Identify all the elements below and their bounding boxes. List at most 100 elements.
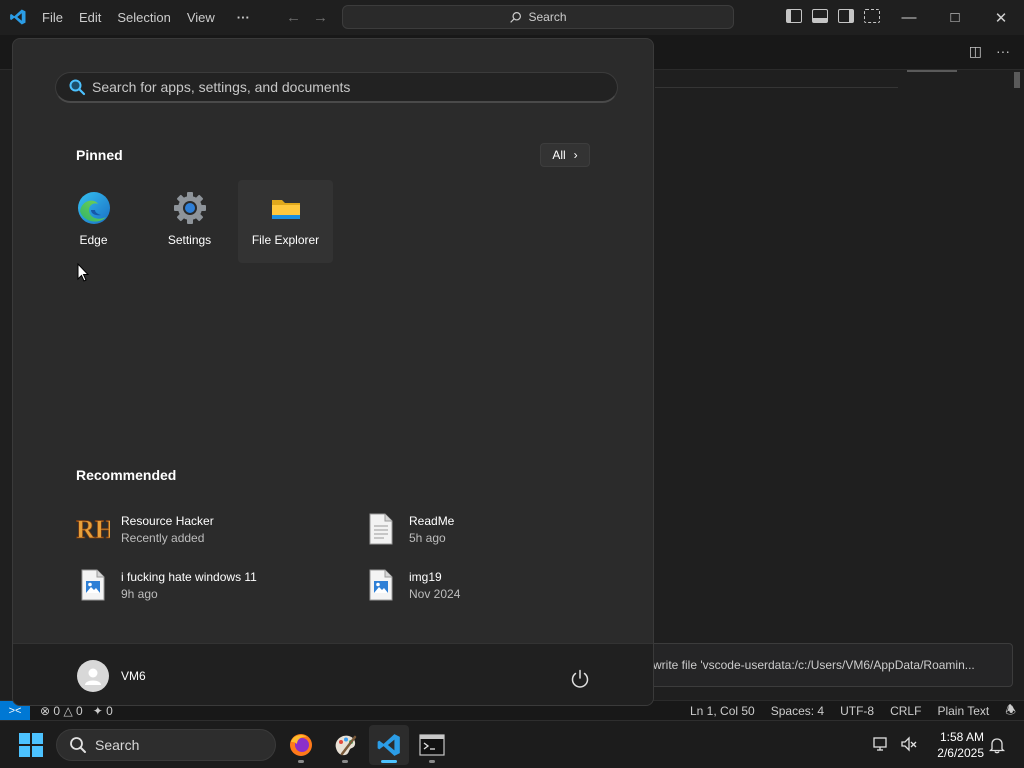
editor-actions: ◫ ··· bbox=[969, 43, 1010, 60]
taskbar-search[interactable]: Search bbox=[56, 729, 276, 761]
search-icon bbox=[510, 11, 522, 23]
layout-controls bbox=[786, 9, 880, 23]
recommended-item-name: img19 bbox=[409, 569, 442, 584]
toggle-secondary-sidebar-icon[interactable] bbox=[838, 9, 854, 23]
notification-text: write file 'vscode-userdata:/c:/Users/VM… bbox=[653, 658, 975, 672]
running-indicator bbox=[342, 760, 348, 763]
pinned-app-edge[interactable]: Edge bbox=[46, 180, 141, 263]
terminal-icon bbox=[419, 734, 445, 756]
recommended-item[interactable]: img19 Nov 2024 bbox=[364, 563, 624, 607]
vscode-logo-icon[interactable] bbox=[9, 8, 27, 26]
recommended-item-subtitle: 5h ago bbox=[409, 530, 446, 545]
start-search-input[interactable] bbox=[92, 79, 572, 95]
command-center-label: Search bbox=[528, 10, 567, 24]
pinned-heading: Pinned bbox=[76, 147, 123, 163]
network-icon[interactable] bbox=[872, 735, 890, 753]
menu-more[interactable]: ··· bbox=[223, 10, 258, 25]
notification-bell-icon[interactable] bbox=[988, 736, 1006, 754]
search-icon bbox=[66, 76, 88, 98]
firefox-icon bbox=[290, 734, 312, 756]
taskbar-app-terminal[interactable] bbox=[412, 725, 452, 765]
menu-bar: File Edit Selection View ··· bbox=[34, 0, 258, 35]
recommended-item[interactable]: RH Resource Hacker Recently added bbox=[76, 507, 336, 551]
pinned-app-label: File Explorer bbox=[251, 233, 320, 247]
recommended-item[interactable]: i fucking hate windows 11 9h ago bbox=[76, 563, 336, 607]
error-notification[interactable]: write file 'vscode-userdata:/c:/Users/VM… bbox=[640, 643, 1013, 687]
clock-time: 1:58 AM bbox=[939, 730, 984, 744]
vscode-titlebar: File Edit Selection View ··· ← → Search … bbox=[0, 0, 1024, 35]
recommended-item-subtitle: 9h ago bbox=[121, 586, 158, 601]
window-controls: — □ ✕ bbox=[886, 0, 1024, 35]
status-right: Ln 1, Col 50 Spaces: 4 UTF-8 CRLF Plain … bbox=[682, 701, 1024, 721]
start-search-box[interactable] bbox=[55, 72, 618, 103]
recommended-heading: Recommended bbox=[76, 467, 177, 483]
indentation[interactable]: Spaces: 4 bbox=[763, 704, 832, 718]
start-menu: Pinned All › Edge bbox=[12, 38, 654, 706]
toggle-panel-icon[interactable] bbox=[812, 9, 828, 23]
back-arrow-icon[interactable]: ← bbox=[286, 9, 301, 26]
split-editor-icon[interactable]: ◫ bbox=[969, 43, 982, 60]
avatar bbox=[77, 660, 109, 692]
settings-gear-icon bbox=[173, 192, 206, 224]
mouse-cursor-icon bbox=[77, 263, 89, 282]
end-of-line[interactable]: CRLF bbox=[882, 704, 929, 718]
close-icon[interactable]: ✕ bbox=[978, 0, 1024, 35]
taskbar-app-firefox[interactable] bbox=[281, 725, 321, 765]
system-clock[interactable]: 1:58 AM 2/6/2025 bbox=[928, 729, 984, 761]
taskbar-search-label: Search bbox=[95, 737, 140, 753]
more-actions-icon[interactable]: ··· bbox=[996, 43, 1010, 60]
menu-edit[interactable]: Edit bbox=[71, 10, 109, 25]
maximize-icon[interactable]: □ bbox=[932, 0, 978, 35]
search-icon bbox=[70, 737, 86, 753]
vscode-icon bbox=[377, 734, 400, 756]
image-file-icon bbox=[76, 568, 110, 602]
svg-text:RH: RH bbox=[76, 515, 110, 544]
recommended-item-name: ReadMe bbox=[409, 513, 455, 528]
resource-hacker-icon: RH bbox=[76, 512, 110, 546]
chevron-right-icon: › bbox=[573, 148, 578, 162]
editor-scrollbar[interactable] bbox=[1014, 72, 1020, 88]
history-nav: ← → bbox=[286, 9, 328, 26]
user-account-button[interactable]: VM6 bbox=[77, 660, 146, 692]
clock-date: 2/6/2025 bbox=[937, 746, 984, 760]
power-icon[interactable] bbox=[569, 668, 591, 690]
document-icon bbox=[364, 512, 398, 546]
user-name: VM6 bbox=[121, 669, 146, 683]
editor-divider bbox=[655, 87, 898, 88]
forward-arrow-icon[interactable]: → bbox=[313, 9, 328, 26]
notifications-bell-icon[interactable]: 🕭 bbox=[997, 701, 1024, 722]
folder-icon bbox=[271, 200, 300, 219]
edge-icon bbox=[77, 192, 110, 224]
cursor-position[interactable]: Ln 1, Col 50 bbox=[682, 704, 763, 718]
menu-file[interactable]: File bbox=[34, 10, 71, 25]
recommended-item-subtitle: Nov 2024 bbox=[409, 586, 461, 601]
pinned-app-file-explorer[interactable]: File Explorer bbox=[238, 180, 333, 263]
minimize-icon[interactable]: — bbox=[886, 0, 932, 35]
pinned-app-label: Settings bbox=[167, 233, 212, 247]
file-encoding[interactable]: UTF-8 bbox=[832, 704, 882, 718]
minimap-marker bbox=[907, 70, 957, 72]
running-indicator bbox=[298, 760, 304, 763]
taskbar-app-paint[interactable] bbox=[325, 725, 365, 765]
customize-layout-icon[interactable] bbox=[864, 9, 880, 23]
windows-start-icon[interactable] bbox=[19, 733, 43, 757]
system-tray bbox=[872, 735, 918, 753]
recommended-item-name: Resource Hacker bbox=[121, 513, 214, 528]
image-file-icon bbox=[364, 568, 398, 602]
paint-icon bbox=[335, 735, 357, 756]
menu-view[interactable]: View bbox=[179, 10, 223, 25]
taskbar: Search 1:58 AM 2/6/2025 bbox=[0, 720, 1024, 768]
menu-selection[interactable]: Selection bbox=[109, 10, 178, 25]
toggle-primary-sidebar-icon[interactable] bbox=[786, 9, 802, 23]
recommended-item-name: i fucking hate windows 11 bbox=[121, 569, 257, 584]
language-mode[interactable]: Plain Text bbox=[929, 704, 997, 718]
all-apps-button[interactable]: All › bbox=[540, 143, 590, 167]
start-menu-footer: VM6 bbox=[13, 643, 653, 705]
pinned-app-settings[interactable]: Settings bbox=[142, 180, 237, 263]
volume-muted-icon[interactable] bbox=[900, 735, 918, 753]
command-center-search[interactable]: Search bbox=[342, 5, 734, 29]
recommended-item-subtitle: Recently added bbox=[121, 530, 205, 545]
recommended-item[interactable]: ReadMe 5h ago bbox=[364, 507, 624, 551]
taskbar-app-vscode[interactable] bbox=[369, 725, 409, 765]
pinned-app-label: Edge bbox=[79, 233, 108, 247]
